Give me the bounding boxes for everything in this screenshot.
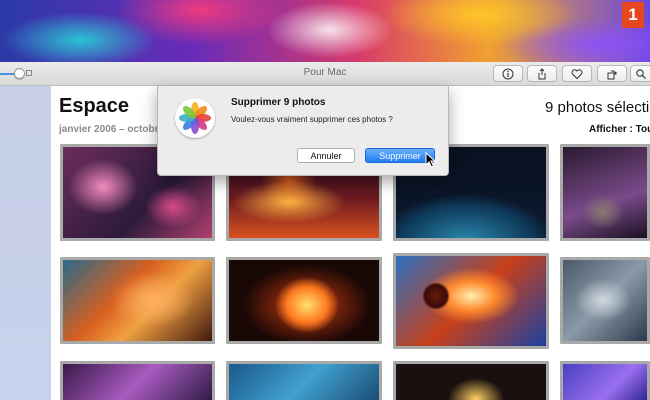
- mouse-cursor-icon: [425, 152, 437, 168]
- window-toolbar: Pour Mac: [0, 62, 650, 86]
- photo-thumbnail[interactable]: [60, 361, 215, 400]
- photos-app-icon: [175, 98, 215, 138]
- photo-thumbnail[interactable]: [393, 253, 549, 349]
- photo-thumbnail[interactable]: [560, 257, 650, 344]
- dialog-title: Supprimer 9 photos: [231, 97, 326, 108]
- favorite-button[interactable]: [562, 65, 592, 82]
- step-badge: 1: [622, 2, 644, 28]
- rotate-button[interactable]: [597, 65, 627, 82]
- photo-thumbnail[interactable]: [560, 361, 650, 400]
- rotate-icon: [607, 69, 617, 79]
- filter-menu[interactable]: Afficher : Tous: [589, 124, 650, 135]
- photo-thumbnail[interactable]: [393, 361, 549, 400]
- dialog-message: Voulez-vous vraiment supprimer ces photo…: [231, 115, 393, 124]
- desktop-wallpaper: [0, 0, 650, 62]
- share-button[interactable]: [527, 65, 557, 82]
- photo-thumbnail[interactable]: [60, 257, 215, 344]
- photo-thumbnail[interactable]: [560, 144, 650, 241]
- search-icon: [636, 68, 646, 79]
- search-button[interactable]: [630, 65, 650, 82]
- share-icon: [538, 67, 546, 79]
- album-date-range: janvier 2006 – octobre: [59, 124, 165, 135]
- info-icon: [502, 68, 514, 79]
- heart-icon: [571, 68, 583, 79]
- delete-confirmation-dialog: Supprimer 9 photos Voulez-vous vraiment …: [157, 86, 449, 176]
- cancel-button[interactable]: Annuler: [297, 148, 355, 163]
- info-button[interactable]: [493, 65, 523, 82]
- album-title: Espace: [59, 95, 130, 117]
- photo-thumbnail[interactable]: [226, 361, 382, 400]
- sidebar: [0, 86, 51, 400]
- photo-thumbnail[interactable]: [226, 257, 382, 344]
- selection-count: 9 photos sélection: [545, 99, 650, 116]
